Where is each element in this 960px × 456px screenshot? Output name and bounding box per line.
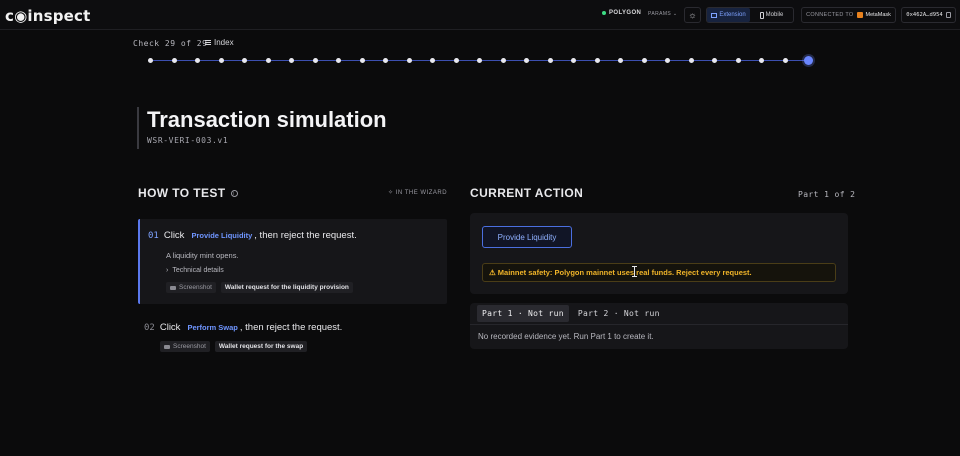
view-extension-button[interactable]: Extension [707,8,750,22]
progress-step[interactable] [477,58,482,63]
wallet-address-button[interactable]: 0x462A…d954 [901,7,956,23]
info-icon[interactable]: i [230,189,238,197]
sun-icon: ☼ [688,10,697,20]
progress-step[interactable] [265,58,271,63]
progress-step[interactable] [759,58,764,63]
page-header: Transaction simulation WSR-VERI-003.v1 [137,107,387,149]
progress-step[interactable] [641,58,647,63]
progress-step[interactable] [618,58,623,63]
progress-step[interactable] [312,58,318,63]
step-number: 01 [148,230,159,241]
index-label: Index [214,38,234,47]
progress-step[interactable] [242,58,247,63]
action-link-provide-liquidity[interactable]: Provide Liquidity [189,231,254,240]
progress-step[interactable] [782,58,788,63]
monitor-icon [711,12,718,18]
technical-details-toggle[interactable]: › Technical details [166,267,224,274]
progress-step[interactable] [148,58,153,63]
progress-step[interactable] [218,58,224,63]
copy-icon[interactable] [945,12,951,18]
screenshot-caption: Wallet request for the swap [214,341,308,352]
view-extension-label: Extension [719,12,746,18]
wallet-name: MetaMask [865,12,891,18]
tab-part-1[interactable]: Part 1 · Not run [477,305,569,322]
coinspect-logo[interactable]: c◉inspect [5,7,91,25]
progress-step[interactable] [430,58,435,63]
chevron-right-icon: › [166,267,169,274]
technical-details-label: Technical details [172,267,224,274]
theme-toggle-button[interactable]: ☼ [684,7,701,23]
provide-liquidity-button[interactable]: Provide Liquidity [482,226,572,248]
params-dropdown[interactable]: PARAMS ⌄ [648,11,678,17]
how-to-test-heading: HOW TO TEST i [138,186,238,200]
action-link-perform-swap[interactable]: Perform Swap [185,323,239,332]
progress-step[interactable] [524,58,529,63]
list-icon [205,40,211,45]
current-action-panel: Provide Liquidity ⚠ Mainnet safety: Poly… [470,213,848,294]
how-to-test-title: HOW TO TEST [138,186,226,200]
screenshot-reference-2[interactable]: Screenshot Wallet request for the swap [160,341,308,352]
screenshot-label: Screenshot [173,343,206,350]
progress-step[interactable] [171,58,177,63]
check-progress-track [148,56,814,66]
progress-step[interactable] [359,58,365,63]
screenshot-tag: Screenshot [160,341,210,352]
connected-label: CONNECTED TO [806,12,854,18]
step-number: 02 [144,322,155,333]
progress-step[interactable] [712,58,717,63]
camera-icon [164,344,170,349]
progress-step[interactable] [289,58,294,63]
text-cursor-icon [632,266,637,277]
step-card-active[interactable]: 01 Click Provide Liquidity, then reject … [138,219,447,304]
page-title: Transaction simulation [147,107,387,132]
step-description: A liquidity mint opens. [166,251,239,260]
part-counter: Part 1 of 2 [798,190,856,199]
wallet-connection-button[interactable]: CONNECTED TO MetaMask [801,7,896,23]
check-counter: Check 29 of 29 [133,39,208,48]
progress-step[interactable] [406,58,412,63]
parts-panel: Part 1 · Not run Part 2 · Not run No rec… [470,303,848,349]
step-suffix: , then reject the request. [239,322,343,333]
in-the-wizard-label: ✧ IN THE WIZARD [388,190,448,196]
screenshot-tag: Screenshot [166,282,216,293]
network-label: POLYGON [609,10,642,16]
tab-part-2[interactable]: Part 2 · Not run [573,305,665,322]
part-tabs: Part 1 · Not run Part 2 · Not run [470,303,848,325]
view-mobile-button[interactable]: Mobile [750,8,793,22]
step-heading: 01 Click Provide Liquidity, then reject … [148,230,357,241]
screenshot-caption: Wallet request for the liquidity provisi… [220,282,353,293]
camera-icon [170,285,176,290]
wallet-address: 0x462A…d954 [906,12,943,18]
network-status-dot-icon [602,11,606,15]
progress-step[interactable] [383,58,388,63]
step-suffix: , then reject the request. [254,230,357,241]
evidence-status: No recorded evidence yet. Run Part 1 to … [478,332,654,341]
progress-step[interactable] [735,58,741,63]
progress-step[interactable] [195,58,200,63]
index-button[interactable]: Index [205,38,234,47]
step-prefix: Click [159,322,181,333]
mainnet-safety-warning: ⚠ Mainnet safety: Polygon mainnet uses r… [482,263,836,282]
step-heading-2[interactable]: 02 Click Perform Swap, then reject the r… [144,322,342,333]
current-action-heading: CURRENT ACTION [470,186,584,200]
progress-step[interactable] [571,58,576,63]
progress-step-current[interactable] [804,56,813,65]
progress-step[interactable] [594,58,600,63]
view-mode-toggle: Extension Mobile [706,7,794,23]
step-prefix: Click [163,230,185,241]
progress-step[interactable] [336,58,341,63]
progress-step[interactable] [688,58,694,63]
phone-icon [759,11,764,19]
top-bar: c◉inspect POLYGON PARAMS ⌄ ☼ Extension M… [0,0,960,30]
view-mobile-label: Mobile [765,12,784,18]
check-code: WSR-VERI-003.v1 [147,136,229,145]
progress-step[interactable] [665,58,670,63]
screenshot-label: Screenshot [179,284,212,291]
progress-step[interactable] [547,58,553,63]
network-indicator[interactable]: POLYGON [602,10,641,16]
metamask-fox-icon [856,12,863,18]
screenshot-reference[interactable]: Screenshot Wallet request for the liquid… [166,282,353,293]
progress-step[interactable] [453,58,459,63]
progress-step[interactable] [500,58,506,63]
